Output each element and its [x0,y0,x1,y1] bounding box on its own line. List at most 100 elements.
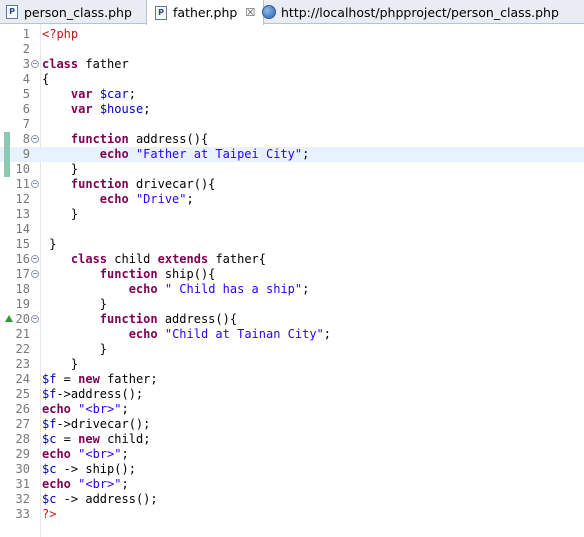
code-text: } [42,162,79,176]
code-text: echo "<br>"; [42,477,129,491]
code-line[interactable]: 32 $c -> address(); [0,492,584,507]
code-text: var $car; [70,87,136,101]
code-line[interactable]: 25 $f->address(); [0,387,584,402]
code-text: var $house; [70,102,151,116]
line-number: 24 [15,372,30,386]
fold-toggle-icon[interactable] [31,60,39,68]
code-text: class child extends father{ [70,252,267,266]
code-line[interactable]: 5 var $car; [0,87,584,102]
code-line[interactable]: 6 var $house; [0,102,584,117]
line-number: 8 [22,132,30,146]
line-number: 29 [15,447,30,461]
line-number: 33 [15,507,30,521]
code-line[interactable]: 20 function address(){ [0,312,584,327]
code-text: } [42,237,57,251]
fold-toggle-icon[interactable] [31,180,39,188]
tab-label: father.php [173,5,238,20]
code-text: echo "Child at Tainan City"; [128,327,332,341]
code-line[interactable]: 14 [0,222,584,237]
code-text: $c = new child; [42,432,151,446]
code-line[interactable]: 31 echo "<br>"; [0,477,584,492]
code-line[interactable]: 23 } [0,357,584,372]
code-line[interactable]: 7 [0,117,584,132]
line-number: 1 [22,27,30,41]
line-number: 9 [22,147,30,161]
code-text: function drivecar(){ [70,177,216,191]
code-line[interactable]: 8 function address(){ [0,132,584,147]
code-line[interactable]: 16 class child extends father{ [0,252,584,267]
code-line[interactable]: 22 } [0,342,584,357]
code-line[interactable]: 10 } [0,162,584,177]
code-text: echo "Drive"; [99,192,194,206]
tab-person-class-php[interactable]: P person_class.php [6,0,132,24]
line-number: 26 [15,402,30,416]
code-line[interactable]: 26 echo "<br>"; [0,402,584,417]
code-line[interactable]: 2 [0,42,584,57]
line-number: 15 [15,237,30,251]
code-editor[interactable]: 1<?php23class father4{5 var $car;6 var $… [0,24,584,537]
code-text: $f->drivecar(); [42,417,151,431]
line-number: 7 [22,117,30,131]
line-number: 17 [15,267,30,281]
code-line[interactable]: 19 } [0,297,584,312]
tab-label: http://localhost/phpproject/person_class… [281,4,559,20]
line-number: 14 [15,222,30,236]
php-file-icon: P [155,5,167,20]
code-line[interactable]: 18 echo " Child has a ship"; [0,282,584,297]
line-number: 20 [15,312,30,326]
code-text: $f = new father; [42,372,158,386]
code-line[interactable]: 15 } [0,237,584,252]
line-number: 28 [15,432,30,446]
fold-toggle-icon[interactable] [31,270,39,278]
line-number: 2 [22,42,30,56]
php-file-icon: P [6,5,18,19]
code-text: function ship(){ [99,267,216,281]
line-number: 11 [15,177,30,191]
tab-label: person_class.php [24,4,132,20]
code-line[interactable]: 1 <?php [0,27,584,42]
code-line[interactable]: 9 echo "Father at Taipei City"; [0,147,584,162]
code-text: } [42,207,79,221]
line-number: 27 [15,417,30,431]
code-text: echo " Child has a ship"; [128,282,310,296]
line-number: 12 [15,192,30,206]
line-number: 32 [15,492,30,506]
tab-father-php[interactable]: P father.php ☒ [146,0,265,25]
code-line[interactable]: 13 } [0,207,584,222]
line-number: 31 [15,477,30,491]
code-text: function address(){ [70,132,209,146]
line-number: 5 [22,87,30,101]
close-icon[interactable]: ☒ [245,6,255,19]
code-line[interactable]: 17 function ship(){ [0,267,584,282]
code-line[interactable]: 29 echo "<br>"; [0,447,584,462]
line-number: 10 [15,162,30,176]
line-number: 16 [15,252,30,266]
code-line[interactable]: 11 function drivecar(){ [0,177,584,192]
code-line[interactable]: 24 $f = new father; [0,372,584,387]
line-number: 25 [15,387,30,401]
code-line[interactable]: 21 echo "Child at Tainan City"; [0,327,584,342]
line-number: 19 [15,297,30,311]
fold-toggle-icon[interactable] [31,135,39,143]
tab-browser-person-class[interactable]: http://localhost/phpproject/person_class… [262,0,559,24]
code-line[interactable]: 4{ [0,72,584,87]
code-line[interactable]: 3 class father [0,57,584,72]
code-line[interactable]: 12 echo "Drive"; [0,192,584,207]
code-text: ?> [42,507,57,521]
line-number: 6 [22,102,30,116]
code-text: echo "Father at Taipei City"; [99,147,310,161]
line-number: 21 [15,327,30,341]
code-line[interactable]: 28 $c = new child; [0,432,584,447]
code-line[interactable]: 30 $c -> ship(); [0,462,584,477]
fold-toggle-icon[interactable] [31,255,39,263]
code-text: echo "<br>"; [42,447,129,461]
code-text: $c -> address(); [42,492,158,506]
code-line[interactable]: 27 $f->drivecar(); [0,417,584,432]
fold-toggle-icon[interactable] [31,315,39,323]
code-text: $c -> ship(); [42,462,136,476]
code-text: $f->address(); [42,387,144,401]
code-line[interactable]: 33 ?> [0,507,584,522]
code-text: } [42,342,108,356]
code-text: function address(){ [99,312,238,326]
line-number: 22 [15,342,30,356]
